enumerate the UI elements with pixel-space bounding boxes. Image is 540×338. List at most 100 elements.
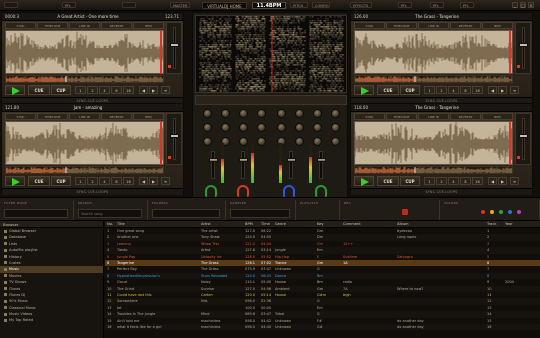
deck-mode-button[interactable]: BPM (133, 113, 164, 120)
deck-menu-button[interactable]: ≡ (161, 177, 170, 185)
deck-pitch-panel[interactable] (515, 22, 531, 74)
fader-cap[interactable] (209, 158, 218, 162)
column-header[interactable]: Track (487, 221, 503, 228)
column-header[interactable]: No. (107, 221, 116, 228)
loop-button[interactable]: 2 (436, 177, 447, 185)
cue-button[interactable]: CUE (28, 176, 50, 186)
eq-knob[interactable] (295, 123, 304, 132)
track-row[interactable]: 16 what it feels like for a girl machinima… (105, 324, 540, 331)
deck-overview[interactable] (354, 75, 513, 83)
column-header[interactable]: Comment (343, 221, 395, 228)
deck-overview[interactable] (5, 75, 164, 83)
loop-button[interactable]: 8 (111, 86, 122, 94)
eq-knob[interactable] (277, 123, 286, 132)
deck-pitch-panel[interactable] (166, 113, 182, 165)
color-tag[interactable] (490, 210, 494, 214)
pfl-button-right-1[interactable]: PFL (398, 2, 412, 8)
loop-button[interactable]: 8 (460, 177, 471, 185)
eq-knob[interactable] (331, 137, 340, 146)
column-header[interactable]: Time (261, 221, 274, 228)
eq-knob[interactable] (221, 109, 230, 118)
deck-waveform[interactable] (5, 30, 164, 74)
cup-button[interactable]: CUP (51, 85, 71, 95)
loop-button[interactable]: 1 (75, 86, 86, 94)
play-button[interactable] (354, 85, 374, 95)
loop-button[interactable]: 16 (123, 86, 134, 94)
effects-button[interactable]: EFFECTS (350, 2, 372, 8)
master-button[interactable]: MASTER (170, 2, 190, 8)
play-button[interactable] (5, 176, 25, 186)
toolbar-input[interactable] (230, 209, 290, 218)
column-header[interactable]: BPM (245, 221, 260, 228)
minimize-button[interactable]: _ (512, 2, 518, 8)
cup-button[interactable]: CUP (400, 85, 420, 95)
column-header[interactable]: Year (505, 221, 525, 228)
deck-mode-button[interactable]: REVERSE (101, 22, 132, 29)
column-header[interactable]: Album (397, 221, 485, 228)
loop-button[interactable]: 8 (460, 86, 471, 94)
eq-knob[interactable] (277, 109, 286, 118)
deck-mode-button[interactable]: TIMECODE (386, 22, 417, 29)
pitch-slider[interactable] (522, 118, 525, 160)
loop-button[interactable]: 16 (472, 177, 483, 185)
loop-out-button[interactable]: ▶ (149, 86, 158, 94)
pitch-slider[interactable] (173, 27, 176, 69)
deck-menu-button[interactable]: ≡ (161, 86, 170, 94)
loop-in-button[interactable]: ◀ (488, 86, 497, 94)
loop-button[interactable]: 2 (87, 177, 98, 185)
eq-knob[interactable] (203, 123, 212, 132)
loop-button[interactable]: 1 (75, 177, 86, 185)
deck-mode-button[interactable]: TIMECODE (37, 113, 68, 120)
color-tag[interactable] (517, 210, 521, 214)
eq-knob[interactable] (313, 109, 322, 118)
deck-pitch-panel[interactable] (515, 113, 531, 165)
pitch-button[interactable]: PITCH (290, 2, 308, 8)
deck-overview[interactable] (354, 166, 513, 174)
record-button[interactable] (402, 209, 408, 215)
loop-button[interactable]: 4 (99, 177, 110, 185)
channel-fader[interactable] (239, 151, 248, 179)
column-header[interactable]: Artist (201, 221, 243, 228)
color-tag[interactable] (499, 210, 503, 214)
deck-mode-button[interactable]: LINE IN (69, 22, 100, 29)
deck-mode-button[interactable]: LINE IN (69, 113, 100, 120)
loop-button[interactable]: 16 (123, 177, 134, 185)
loop-out-button[interactable]: ▶ (149, 177, 158, 185)
loop-out-button[interactable]: ▶ (498, 177, 507, 185)
headphone-cue-icon[interactable] (315, 185, 327, 197)
loop-in-button[interactable]: ◀ (139, 177, 148, 185)
eq-knob[interactable] (331, 123, 340, 132)
loop-in-button[interactable]: ◀ (139, 86, 148, 94)
fader-cap[interactable] (239, 158, 248, 162)
loop-out-button[interactable]: ▶ (498, 86, 507, 94)
column-header[interactable]: Title (117, 221, 199, 228)
cup-button[interactable]: CUP (400, 176, 420, 186)
eq-knob[interactable] (257, 109, 266, 118)
eq-knob[interactable] (295, 109, 304, 118)
eq-knob[interactable] (239, 109, 248, 118)
loop-in-button[interactable]: ◀ (488, 177, 497, 185)
deck-mode-button[interactable]: REVERSE (101, 113, 132, 120)
loop-button[interactable]: 4 (99, 86, 110, 94)
loop-button[interactable]: 1 (424, 86, 435, 94)
cup-button[interactable]: CUP (51, 176, 71, 186)
eq-knob[interactable] (239, 123, 248, 132)
eq-knob[interactable] (221, 123, 230, 132)
cue-button[interactable]: CUE (377, 85, 399, 95)
pfl-button-left[interactable]: PFL (62, 2, 76, 8)
loop-button[interactable]: 4 (448, 177, 459, 185)
deck-overview[interactable] (5, 166, 164, 174)
loop-button[interactable]: 2 (87, 86, 98, 94)
deck-menu-button[interactable]: ≡ (510, 177, 519, 185)
pfl-button-right-3[interactable]: PFL (460, 2, 474, 8)
deck-mode-button[interactable]: LINE IN (418, 22, 449, 29)
close-button[interactable]: × (528, 2, 534, 8)
loop-button[interactable]: 16 (472, 86, 483, 94)
deck-mode-button[interactable]: LINE IN (418, 113, 449, 120)
eq-knob[interactable] (203, 109, 212, 118)
color-tag[interactable] (481, 210, 485, 214)
toolbar-input[interactable] (152, 209, 220, 218)
toolbar-input[interactable]: Search song (78, 209, 142, 218)
pitch-slider[interactable] (522, 27, 525, 69)
browser-item[interactable]: My Top Rated (0, 317, 103, 323)
